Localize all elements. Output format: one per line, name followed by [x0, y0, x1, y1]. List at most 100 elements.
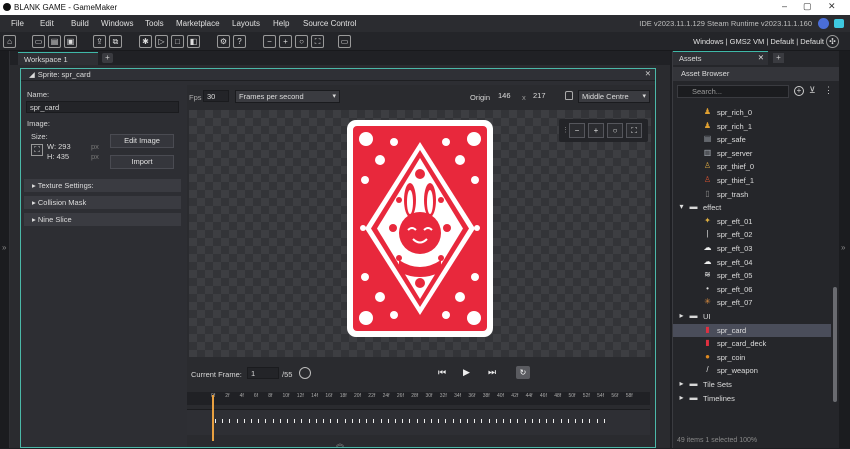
options-icon[interactable]: ⋮: [824, 85, 833, 96]
chevron-right-icon[interactable]: ▸: [677, 393, 686, 403]
frame-cell[interactable]: [409, 419, 411, 423]
frame-cell[interactable]: [287, 419, 288, 423]
frame-cell[interactable]: [279, 419, 281, 423]
frame-cell[interactable]: [517, 419, 519, 423]
frame-cell[interactable]: [243, 419, 245, 423]
home-icon[interactable]: ⌂: [3, 35, 16, 48]
frame-cell[interactable]: [459, 419, 461, 423]
frame-cell[interactable]: [445, 419, 447, 423]
frame-cell[interactable]: [380, 419, 382, 423]
frame-cell[interactable]: [337, 419, 339, 423]
origin-x-input[interactable]: 146: [495, 90, 521, 102]
frame-cell[interactable]: [596, 419, 598, 423]
menu-edit[interactable]: Edit: [40, 19, 54, 28]
asset-item[interactable]: ▸ ▬ Tile Sets: [673, 378, 831, 392]
close-button[interactable]: ✕: [828, 1, 836, 12]
frame-cell[interactable]: [488, 419, 490, 423]
frame-track[interactable]: [187, 409, 650, 435]
menu-file[interactable]: File: [11, 19, 24, 28]
fps-input[interactable]: 30: [203, 90, 229, 102]
clean-icon[interactable]: ◧: [187, 35, 200, 48]
asset-item[interactable]: ☁ spr_eft_04: [673, 256, 831, 270]
asset-item[interactable]: ▮ spr_card_deck: [673, 337, 831, 351]
zoom-in-icon[interactable]: +: [279, 35, 292, 48]
frame-cell[interactable]: [229, 419, 231, 423]
menu-marketplace[interactable]: Marketplace: [176, 19, 220, 28]
frame-cell[interactable]: [272, 419, 274, 423]
import-button[interactable]: Import: [110, 155, 174, 169]
asset-item[interactable]: ● spr_coin: [673, 351, 831, 365]
frame-cell[interactable]: [452, 419, 454, 423]
asset-item[interactable]: ▸ ▬ UI: [673, 310, 831, 324]
zoom-out-icon[interactable]: −: [263, 35, 276, 48]
origin-preset-dropdown[interactable]: Middle Centre ▾: [578, 90, 650, 103]
frame-cell[interactable]: [575, 419, 576, 423]
frame-cell[interactable]: [481, 419, 483, 423]
frame-cell[interactable]: [351, 419, 353, 423]
menu-tools[interactable]: Tools: [145, 19, 164, 28]
frame-cell[interactable]: [294, 419, 296, 423]
menu-source-control[interactable]: Source Control: [303, 19, 356, 28]
asset-item[interactable]: ▾ ▬ effect: [673, 201, 831, 215]
asset-scrollbar[interactable]: [833, 287, 837, 402]
asset-item[interactable]: ✳ spr_eft_07: [673, 296, 831, 310]
help-icon[interactable]: ?: [233, 35, 246, 48]
create-exe-icon[interactable]: ⇪: [93, 35, 106, 48]
frame-cell[interactable]: [222, 419, 224, 423]
frame-cell[interactable]: [582, 419, 584, 423]
play-icon[interactable]: ▶: [463, 367, 470, 378]
origin-y-input[interactable]: 217: [530, 90, 556, 102]
frame-cell[interactable]: [344, 419, 346, 423]
asset-item[interactable]: ▸ ▬ Timelines: [673, 392, 831, 406]
asset-item[interactable]: / spr_weapon: [673, 364, 831, 378]
asset-item[interactable]: | spr_eft_02: [673, 228, 831, 242]
resize-icon[interactable]: ⛶: [31, 144, 43, 156]
add-panel-button[interactable]: +: [773, 53, 784, 63]
frame-cell[interactable]: [553, 419, 555, 423]
frame-cell[interactable]: [416, 419, 418, 423]
zoom-reset-icon[interactable]: ○: [295, 35, 308, 48]
loop-icon[interactable]: ↻: [516, 366, 530, 379]
left-dock-gutter[interactable]: »: [0, 51, 10, 448]
frame-cell[interactable]: [510, 419, 512, 423]
fit-to-view-icon[interactable]: ⛶: [626, 123, 642, 138]
menu-build[interactable]: Build: [71, 19, 89, 28]
close-assets-tab-button[interactable]: ✕: [758, 53, 764, 62]
frame-cell[interactable]: [589, 419, 591, 423]
asset-item[interactable]: ▮ spr_card: [673, 323, 831, 338]
maximize-button[interactable]: ▢: [803, 1, 812, 12]
zoom-reset-icon[interactable]: ○: [607, 123, 623, 138]
run-icon[interactable]: ▷: [155, 35, 168, 48]
expand-bottom-icon[interactable]: ︽: [336, 438, 344, 449]
frame-cell[interactable]: [265, 419, 267, 423]
frame-cell[interactable]: [402, 419, 404, 423]
frame-cell[interactable]: [301, 419, 303, 423]
asset-item[interactable]: ☁ spr_eft_03: [673, 242, 831, 256]
frame-cell[interactable]: [359, 419, 360, 423]
chat-icon[interactable]: [834, 19, 844, 28]
frame-cell[interactable]: [258, 419, 260, 423]
open-project-icon[interactable]: ▤: [48, 35, 61, 48]
frame-cell[interactable]: [395, 419, 396, 423]
asset-item[interactable]: ♟ spr_rich_0: [673, 106, 831, 120]
edit-image-button[interactable]: Edit Image: [110, 134, 174, 148]
frame-cell[interactable]: [215, 419, 216, 423]
frame-cell[interactable]: [431, 419, 432, 423]
frame-cell[interactable]: [495, 419, 497, 423]
frame-cell[interactable]: [423, 419, 425, 423]
asset-item[interactable]: ♟ spr_rich_1: [673, 120, 831, 134]
frame-cell[interactable]: [539, 419, 540, 423]
asset-item[interactable]: ▯ spr_trash: [673, 188, 831, 202]
asset-item[interactable]: ▤ spr_safe: [673, 133, 831, 147]
menu-windows[interactable]: Windows: [101, 19, 133, 28]
section-texture-settings[interactable]: ▸ Texture Settings:: [24, 179, 181, 192]
frame-cell[interactable]: [330, 419, 332, 423]
asset-item[interactable]: ♙ spr_thief_0: [673, 160, 831, 174]
asset-item[interactable]: • spr_eft_06: [673, 283, 831, 297]
section-collision-mask[interactable]: ▸ Collision Mask: [24, 196, 181, 209]
sprite-preview-canvas[interactable]: ⋮ − + ○ ⛶: [189, 110, 651, 357]
frame-cell[interactable]: [366, 419, 368, 423]
zoom-in-icon[interactable]: +: [588, 123, 604, 138]
expand-right-icon[interactable]: »: [841, 243, 845, 252]
frame-cell[interactable]: [474, 419, 476, 423]
